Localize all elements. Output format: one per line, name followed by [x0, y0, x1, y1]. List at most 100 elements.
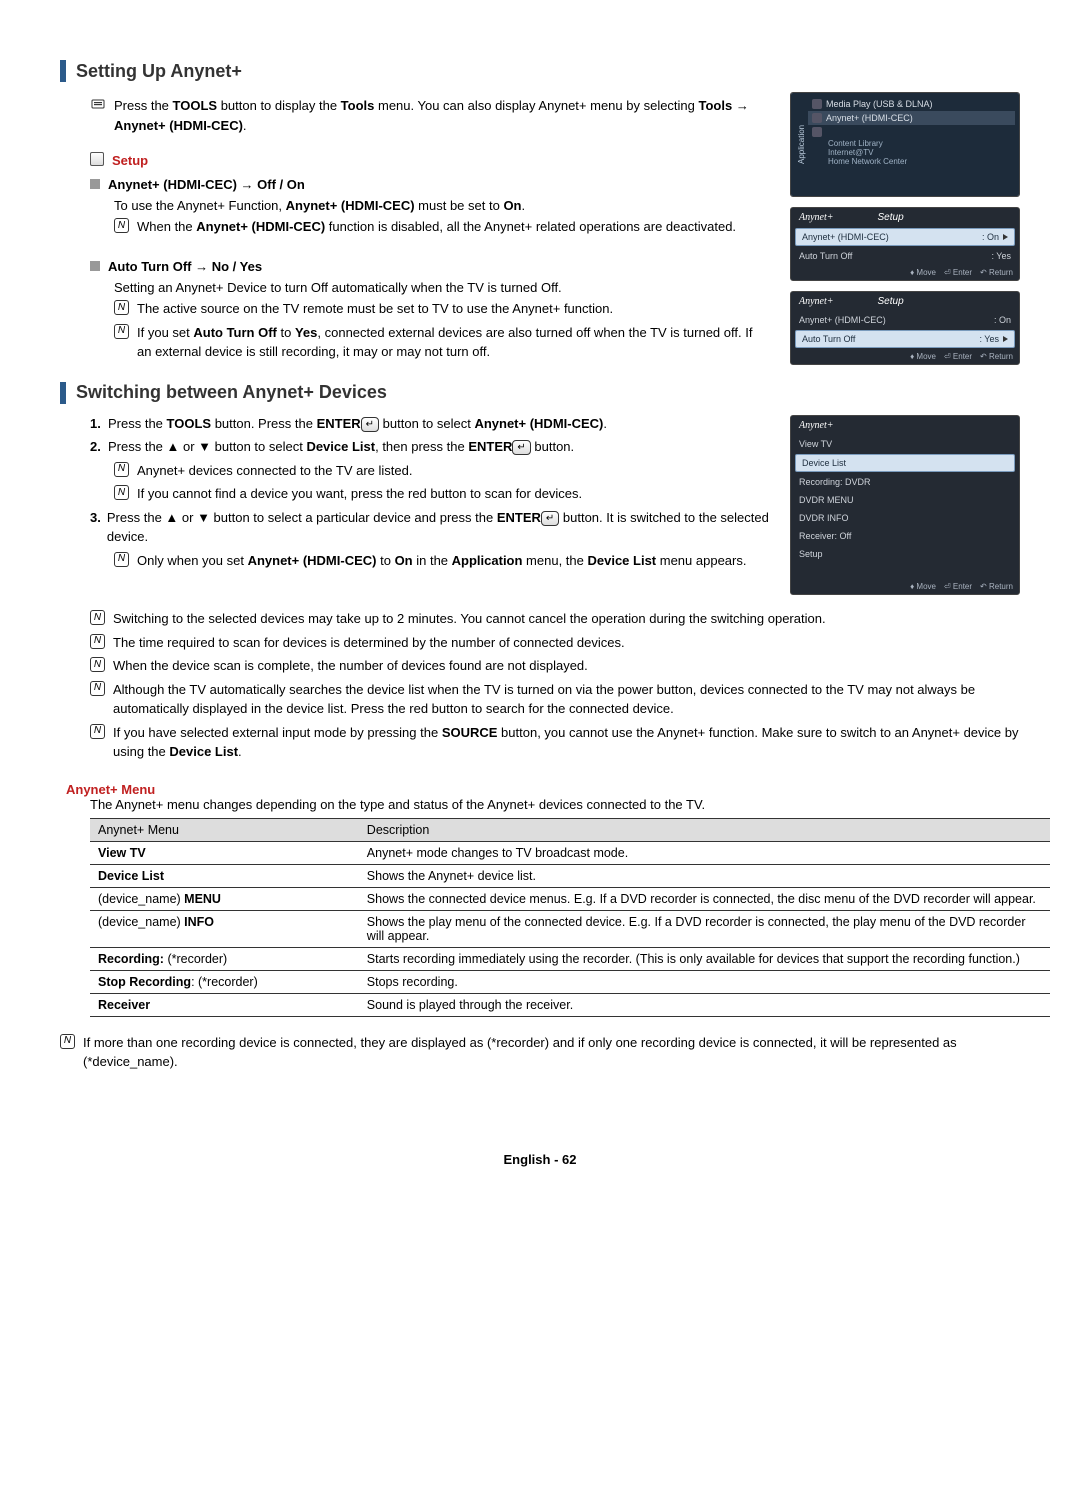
note-text: When the Anynet+ (HDMI-CEC) function is …	[137, 217, 736, 237]
setup-label: Setup	[112, 151, 148, 171]
note-text: The active source on the TV remote must …	[137, 299, 613, 319]
step-number: 3.	[90, 508, 107, 528]
note-icon: N	[60, 1034, 75, 1049]
anynet-icon	[812, 113, 822, 123]
arrow-right-icon	[1003, 336, 1008, 342]
anynet-menu-table: Anynet+ Menu Description View TVAnynet+ …	[90, 818, 1050, 1017]
note-icon: N	[114, 300, 129, 315]
osd-row: Auto Turn Off: Yes	[795, 330, 1015, 348]
osd-row: Recording: DVDR	[791, 473, 1019, 491]
media-play-icon	[812, 99, 822, 109]
osd-footer: ♦ Move⏎ Enter↶ Return	[791, 265, 1019, 280]
heading-text: Setting Up Anynet+	[76, 61, 242, 82]
osd-footer: ♦ Move⏎ Enter↶ Return	[791, 349, 1019, 364]
table-cell: Shows the play menu of the connected dev…	[359, 910, 1050, 947]
osd-side-label: Application	[795, 97, 808, 192]
osd-menu-sub: Content Library	[808, 139, 1015, 148]
step-text: Press the ▲ or ▼ button to select a part…	[107, 508, 770, 547]
osd-row: Auto Turn Off: Yes	[791, 247, 1019, 265]
item1-desc: To use the Anynet+ Function, Anynet+ (HD…	[114, 198, 770, 213]
table-header: Anynet+ Menu	[90, 818, 359, 841]
square-bullet-icon	[90, 261, 100, 271]
table-cell: Shows the Anynet+ device list.	[359, 864, 1050, 887]
osd-row: View TV	[791, 435, 1019, 453]
note-icon: N	[90, 657, 105, 672]
note-text: If you have selected external input mode…	[113, 723, 1020, 762]
step-text: Press the ▲ or ▼ button to select Device…	[108, 437, 574, 457]
note-text: When the device scan is complete, the nu…	[113, 656, 588, 676]
note-text: Only when you set Anynet+ (HDMI-CEC) to …	[137, 551, 746, 571]
osd-setup-panel: Anynet+Setup Anynet+ (HDMI-CEC): On Auto…	[790, 291, 1020, 365]
osd-row: DVDR MENU	[791, 491, 1019, 509]
heading-accent-bar	[60, 60, 66, 82]
intro-text: Press the TOOLS button to display the To…	[114, 96, 770, 135]
note-icon: N	[90, 724, 105, 739]
note-icon: N	[114, 462, 129, 477]
section-heading-switching: Switching between Anynet+ Devices	[60, 382, 770, 404]
osd-menu-item	[808, 125, 1015, 139]
table-row: Device ListShows the Anynet+ device list…	[90, 864, 1050, 887]
checkbox-icon	[90, 152, 104, 166]
table-cell: Stop Recording: (*recorder)	[90, 970, 359, 993]
anynet-logo: Anynet+	[799, 296, 834, 307]
table-header: Description	[359, 818, 1050, 841]
enter-icon: ↵	[361, 417, 379, 432]
step-number: 2.	[90, 437, 108, 457]
note-icon: N	[90, 634, 105, 649]
osd-footer: ♦ Move⏎ Enter↶ Return	[791, 579, 1019, 594]
item-title: Anynet+ (HDMI-CEC) → Off / On	[108, 175, 305, 195]
note-text: Switching to the selected devices may ta…	[113, 609, 826, 629]
note-icon: N	[114, 324, 129, 339]
osd-menu-sub: Internet@TV	[808, 148, 1015, 157]
enter-icon: ↵	[541, 511, 559, 526]
note-icon: N	[114, 218, 129, 233]
osd-row: Receiver: Off	[791, 527, 1019, 545]
table-cell: Recording: (*recorder)	[90, 947, 359, 970]
arrow-right-icon	[1003, 234, 1008, 240]
table-cell: View TV	[90, 841, 359, 864]
osd-menu-item: Anynet+ (HDMI-CEC)	[808, 111, 1015, 125]
table-cell: Starts recording immediately using the r…	[359, 947, 1050, 970]
osd-row: Setup	[791, 545, 1019, 563]
heading-text: Switching between Anynet+ Devices	[76, 382, 387, 403]
section-heading-setting-up: Setting Up Anynet+	[60, 60, 1020, 82]
note-text: If more than one recording device is con…	[83, 1033, 1020, 1072]
note-icon: N	[114, 552, 129, 567]
table-cell: Shows the connected device menus. E.g. I…	[359, 887, 1050, 910]
osd-menu-sub: Home Network Center	[808, 157, 1015, 166]
osd-application-menu: Application Media Play (USB & DLNA) Anyn…	[790, 92, 1020, 197]
osd-menu-item: Media Play (USB & DLNA)	[808, 97, 1015, 111]
note-text: The time required to scan for devices is…	[113, 633, 625, 653]
anynet-menu-intro: The Anynet+ menu changes depending on th…	[90, 797, 1020, 812]
square-bullet-icon	[90, 179, 100, 189]
table-cell: Receiver	[90, 993, 359, 1016]
osd-setup-panel: Anynet+Setup Anynet+ (HDMI-CEC): On Auto…	[790, 207, 1020, 281]
table-cell: (device_name) MENU	[90, 887, 359, 910]
note-icon: N	[90, 610, 105, 625]
table-row: ReceiverSound is played through the rece…	[90, 993, 1050, 1016]
step-text: Press the TOOLS button. Press the ENTER↵…	[108, 414, 607, 434]
note-text: Anynet+ devices connected to the TV are …	[137, 461, 412, 481]
note-icon: N	[114, 485, 129, 500]
heading-accent-bar	[60, 382, 66, 404]
table-row: (device_name) INFOShows the play menu of…	[90, 910, 1050, 947]
osd-row: Anynet+ (HDMI-CEC): On	[791, 311, 1019, 329]
table-row: Recording: (*recorder)Starts recording i…	[90, 947, 1050, 970]
table-cell: (device_name) INFO	[90, 910, 359, 947]
osd-row: Device List	[795, 454, 1015, 472]
table-row: Stop Recording: (*recorder)Stops recordi…	[90, 970, 1050, 993]
step-number: 1.	[90, 414, 108, 434]
anynet-menu-heading: Anynet+ Menu	[66, 782, 1020, 797]
table-row: (device_name) MENUShows the connected de…	[90, 887, 1050, 910]
page-footer: English - 62	[60, 1152, 1020, 1167]
table-cell: Stops recording.	[359, 970, 1050, 993]
enter-icon: ↵	[512, 440, 530, 455]
note-text: If you cannot find a device you want, pr…	[137, 484, 582, 504]
osd-device-list-panel: Anynet+ View TV Device List Recording: D…	[790, 415, 1020, 595]
anynet-logo: Anynet+	[799, 420, 834, 431]
note-text: If you set Auto Turn Off to Yes, connect…	[137, 323, 770, 362]
note-icon: N	[90, 681, 105, 696]
osd-row: Anynet+ (HDMI-CEC): On	[795, 228, 1015, 246]
anynet-logo: Anynet+	[799, 212, 834, 223]
osd-row: DVDR INFO	[791, 509, 1019, 527]
